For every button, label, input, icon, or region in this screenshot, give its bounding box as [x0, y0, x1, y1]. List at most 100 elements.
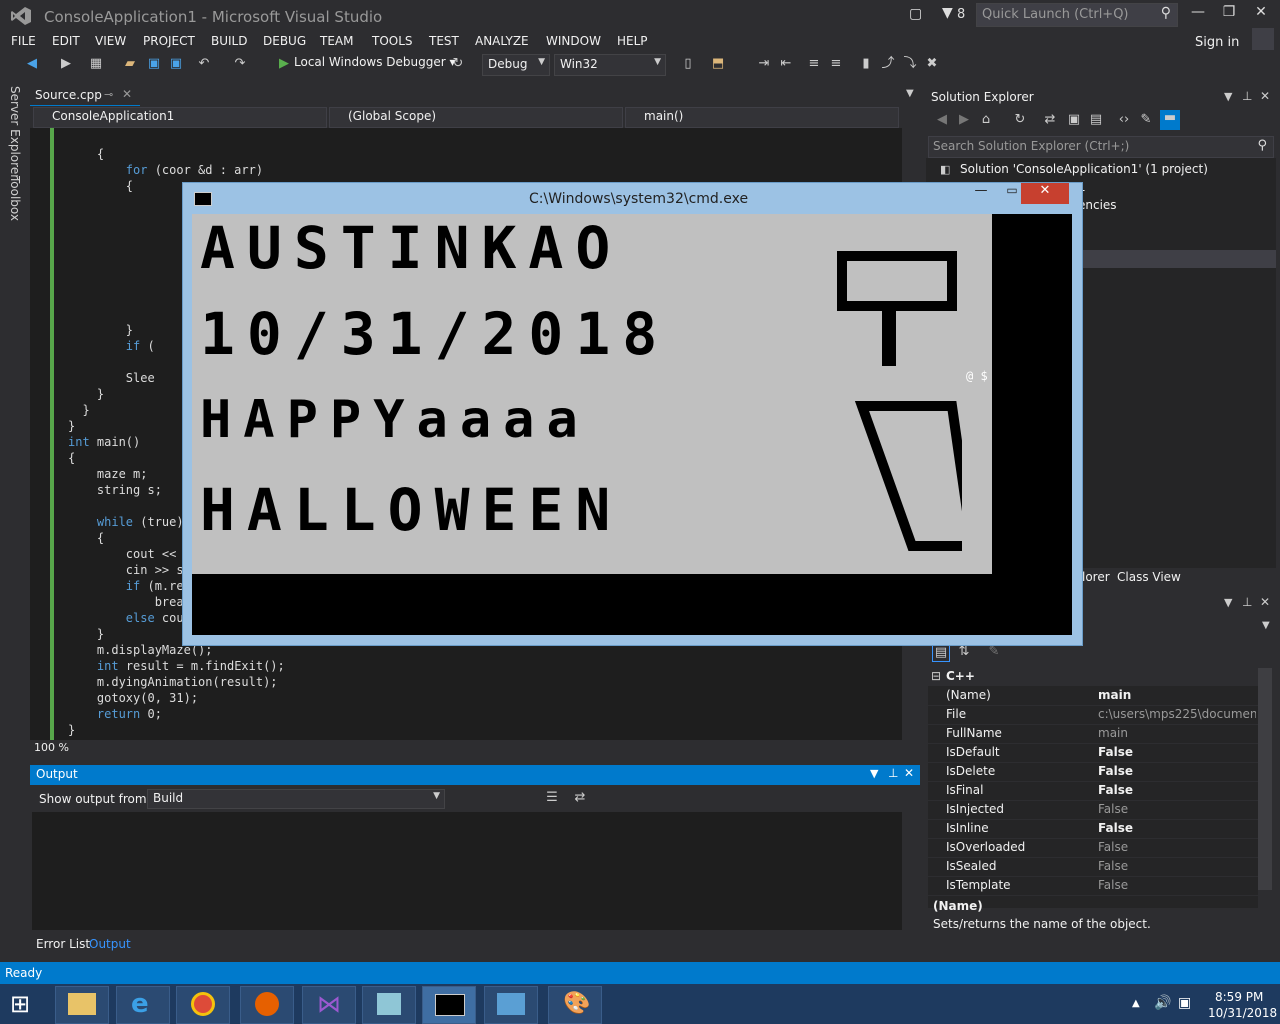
word-wrap-icon[interactable]: ⇄ [572, 790, 588, 806]
close-icon[interactable]: ✕ [122, 87, 132, 101]
configuration-select[interactable]: Debug ▼ [482, 54, 550, 76]
tab-source-cpp[interactable]: Source.cpp ⊸ ✕ [30, 86, 140, 107]
comment-icon[interactable]: ≡ [806, 56, 822, 72]
refresh-icon[interactable]: ⇄ [1042, 112, 1058, 128]
sign-in-link[interactable]: Sign in [1195, 35, 1239, 50]
account-icon[interactable] [1252, 28, 1274, 50]
menu-file[interactable]: FILE [11, 34, 36, 48]
alphabetical-icon[interactable]: ⇅ [956, 644, 972, 660]
chevron-down-icon[interactable]: ▼ [1262, 620, 1270, 631]
tab-error-list[interactable]: Error List [36, 937, 90, 951]
server-explorer-tab[interactable]: Server Explorer [8, 86, 22, 179]
filter-icon[interactable]: ▼ [942, 5, 953, 21]
tab-class-view[interactable]: Class View [1117, 570, 1181, 584]
cmd-minimize-button[interactable]: — [967, 183, 995, 203]
property-row[interactable]: IsDelete False [928, 762, 1258, 782]
uncomment-icon[interactable]: ≡ [828, 56, 844, 72]
zoom-level[interactable]: 100 % [34, 741, 69, 754]
property-row[interactable]: IsInjected False [928, 800, 1258, 820]
volume-icon[interactable]: 🔊 [1154, 995, 1171, 1011]
sync-icon[interactable]: ↻ [1012, 112, 1028, 128]
photos-taskbar-icon[interactable] [484, 986, 538, 1024]
menu-tools[interactable]: TOOLS [372, 34, 413, 48]
menu-view[interactable]: VIEW [95, 34, 126, 48]
solution-root-item[interactable]: Solution 'ConsoleApplication1' (1 projec… [960, 162, 1208, 176]
internet-explorer-taskbar-icon[interactable]: e [116, 986, 170, 1024]
output-text-area[interactable] [32, 812, 902, 930]
output-source-select[interactable]: Build ▼ [147, 789, 445, 809]
start-icon[interactable]: ⊞ [10, 990, 30, 1018]
platform-select[interactable]: Win32 ▼ [554, 54, 666, 76]
back-icon[interactable]: ◀ [24, 56, 40, 72]
network-icon[interactable]: ▣ [1178, 995, 1191, 1011]
new-project-icon[interactable]: ▦ [88, 56, 104, 72]
bookmark-icon[interactable]: ▮ [858, 56, 874, 72]
pin-icon[interactable]: ⊸ [104, 88, 113, 101]
redo-icon[interactable]: ↷ [232, 56, 248, 72]
property-pages-icon[interactable]: ✎ [986, 644, 1002, 660]
properties-wrench-icon[interactable]: ✎ [1138, 112, 1154, 128]
scope-dropdown[interactable]: (Global Scope) [329, 107, 623, 128]
pin-icon[interactable]: ⊥ [1242, 89, 1252, 103]
collapse-icon[interactable]: ⊟ [931, 669, 941, 683]
firefox-taskbar-icon[interactable] [240, 986, 294, 1024]
collapse-all-icon[interactable]: ▣ [1066, 112, 1082, 128]
clock-date[interactable]: 10/31/2018 [1208, 1006, 1277, 1020]
back-icon[interactable]: ◀ [934, 112, 950, 128]
open-file-icon[interactable]: ▰ [122, 56, 138, 72]
preview-icon[interactable]: ▬ [1160, 110, 1180, 130]
pin-icon[interactable]: ⊥ [1242, 595, 1252, 609]
property-row[interactable]: IsFinal False [928, 781, 1258, 801]
menu-debug[interactable]: DEBUG [263, 34, 306, 48]
member-dropdown[interactable]: main() [625, 107, 899, 128]
undo-icon[interactable]: ↶ [196, 56, 212, 72]
next-bookmark-icon[interactable]: ⤴ [880, 56, 896, 72]
attach-icon[interactable]: ▯ [680, 56, 696, 72]
close-icon[interactable]: ✕ [1260, 89, 1270, 103]
close-button[interactable]: ✕ [1246, 4, 1276, 26]
chevron-down-icon[interactable]: ▼ [1224, 90, 1232, 103]
chevron-down-icon[interactable]: ▼ [870, 767, 878, 780]
tab-solution-explorer[interactable]: lorer [1082, 570, 1110, 584]
quick-launch-input[interactable]: Quick Launch (Ctrl+Q) ⚲ [976, 3, 1178, 27]
property-row[interactable]: FullName main [928, 724, 1258, 744]
property-row[interactable]: IsInline False [928, 819, 1258, 839]
chrome-taskbar-icon[interactable] [176, 986, 230, 1024]
tab-overflow-icon[interactable]: ▼ [906, 88, 914, 99]
indent-icon[interactable]: ⇥ [756, 56, 772, 72]
menu-project[interactable]: PROJECT [143, 34, 195, 48]
close-icon[interactable]: ✕ [904, 766, 914, 780]
notification-icon[interactable]: ▢ [909, 6, 922, 22]
menu-test[interactable]: TEST [429, 34, 459, 48]
menu-build[interactable]: BUILD [211, 34, 247, 48]
solution-search-input[interactable]: Search Solution Explorer (Ctrl+;) ⚲ [928, 136, 1274, 158]
clear-all-icon[interactable]: ☰ [544, 790, 560, 806]
paint-taskbar-icon[interactable]: 🎨 [548, 986, 602, 1024]
minimize-button[interactable]: — [1183, 4, 1213, 26]
pin-icon[interactable]: ⊥ [888, 766, 898, 780]
menu-team[interactable]: TEAM [320, 34, 353, 48]
save-icon[interactable]: ▣ [146, 56, 162, 72]
toolbox-tab[interactable]: Toolbox [8, 176, 22, 221]
cmd-close-button[interactable]: ✕ [1021, 183, 1069, 204]
property-row[interactable]: IsSealed False [928, 857, 1258, 877]
forward-icon[interactable]: ▶ [956, 112, 972, 128]
file-explorer-taskbar-icon[interactable] [55, 986, 109, 1024]
menu-help[interactable]: HELP [617, 34, 648, 48]
outdent-icon[interactable]: ⇤ [778, 56, 794, 72]
home-icon[interactable]: ⌂ [978, 112, 994, 128]
property-row[interactable]: File c:\users\mps225\documents [928, 705, 1258, 725]
save-all-icon[interactable]: ▣ [168, 56, 184, 72]
chevron-down-icon[interactable]: ▼ [1224, 596, 1232, 609]
show-all-files-icon[interactable]: ▤ [1088, 112, 1104, 128]
menu-analyze[interactable]: ANALYZE [475, 34, 529, 48]
forward-icon[interactable]: ▶ [58, 56, 74, 72]
refresh-icon[interactable]: ↻ [450, 56, 466, 72]
clear-bookmarks-icon[interactable]: ✖ [924, 56, 940, 72]
project-dropdown[interactable]: ConsoleApplication1 [33, 107, 327, 128]
restore-button[interactable]: ❐ [1214, 4, 1244, 26]
close-icon[interactable]: ✕ [1260, 595, 1270, 609]
clock-time[interactable]: 8:59 PM [1215, 990, 1263, 1004]
property-row[interactable]: IsOverloaded False [928, 838, 1258, 858]
local-windows-debugger-button[interactable]: Local Windows Debugger ▾ [274, 55, 456, 69]
